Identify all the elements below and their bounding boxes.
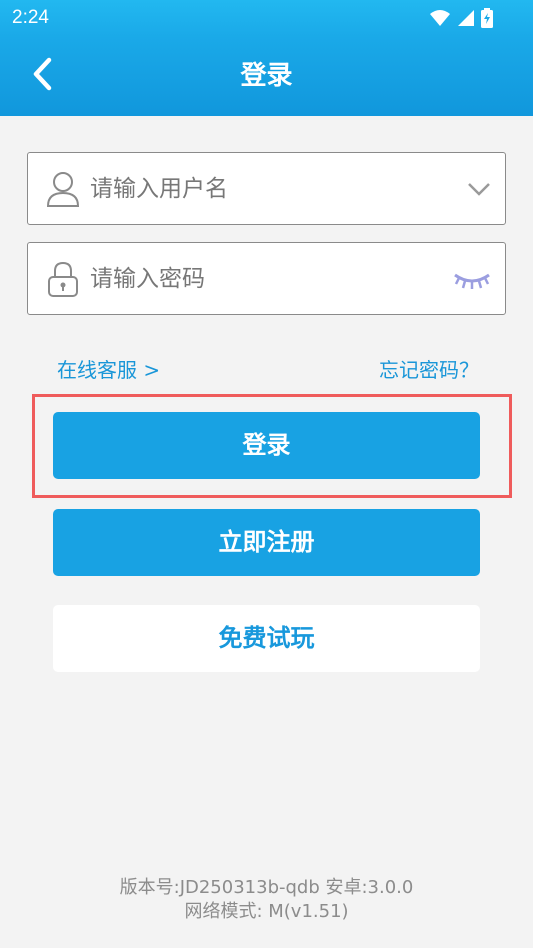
- password-placeholder: 请输入密码: [90, 266, 205, 292]
- free-trial-button[interactable]: 免费试玩: [53, 605, 480, 672]
- signal-icon: [457, 9, 475, 31]
- network-mode-text: 网络模式: M(v1.51): [184, 901, 349, 922]
- eye-closed-icon[interactable]: [453, 269, 491, 295]
- footer: 版本号:JD250313b-qdb 安卓:3.0.0 网络模式: M(v1.51…: [0, 876, 533, 924]
- wifi-icon: [429, 9, 451, 31]
- register-button[interactable]: 立即注册: [53, 509, 480, 576]
- login-button[interactable]: 登录: [53, 412, 480, 479]
- lock-icon: [46, 261, 80, 297]
- status-bar: 2:24: [0, 0, 533, 38]
- battery-charging-icon: [481, 8, 493, 32]
- forgot-password-link[interactable]: 忘记密码？: [379, 354, 479, 383]
- app-header: 登录: [0, 38, 533, 116]
- customer-service-link[interactable]: 在线客服 >: [57, 354, 160, 383]
- username-field[interactable]: 请输入用户名: [27, 152, 506, 225]
- page-title: 登录: [240, 61, 293, 91]
- user-icon: [46, 171, 80, 207]
- status-time: 2:24: [12, 7, 49, 28]
- status-icons: [429, 8, 493, 32]
- chevron-down-icon[interactable]: [467, 181, 491, 200]
- version-text: 版本号:JD250313b-qdb 安卓:3.0.0: [119, 877, 414, 898]
- username-placeholder: 请输入用户名: [90, 176, 228, 202]
- password-field[interactable]: 请输入密码: [27, 242, 506, 315]
